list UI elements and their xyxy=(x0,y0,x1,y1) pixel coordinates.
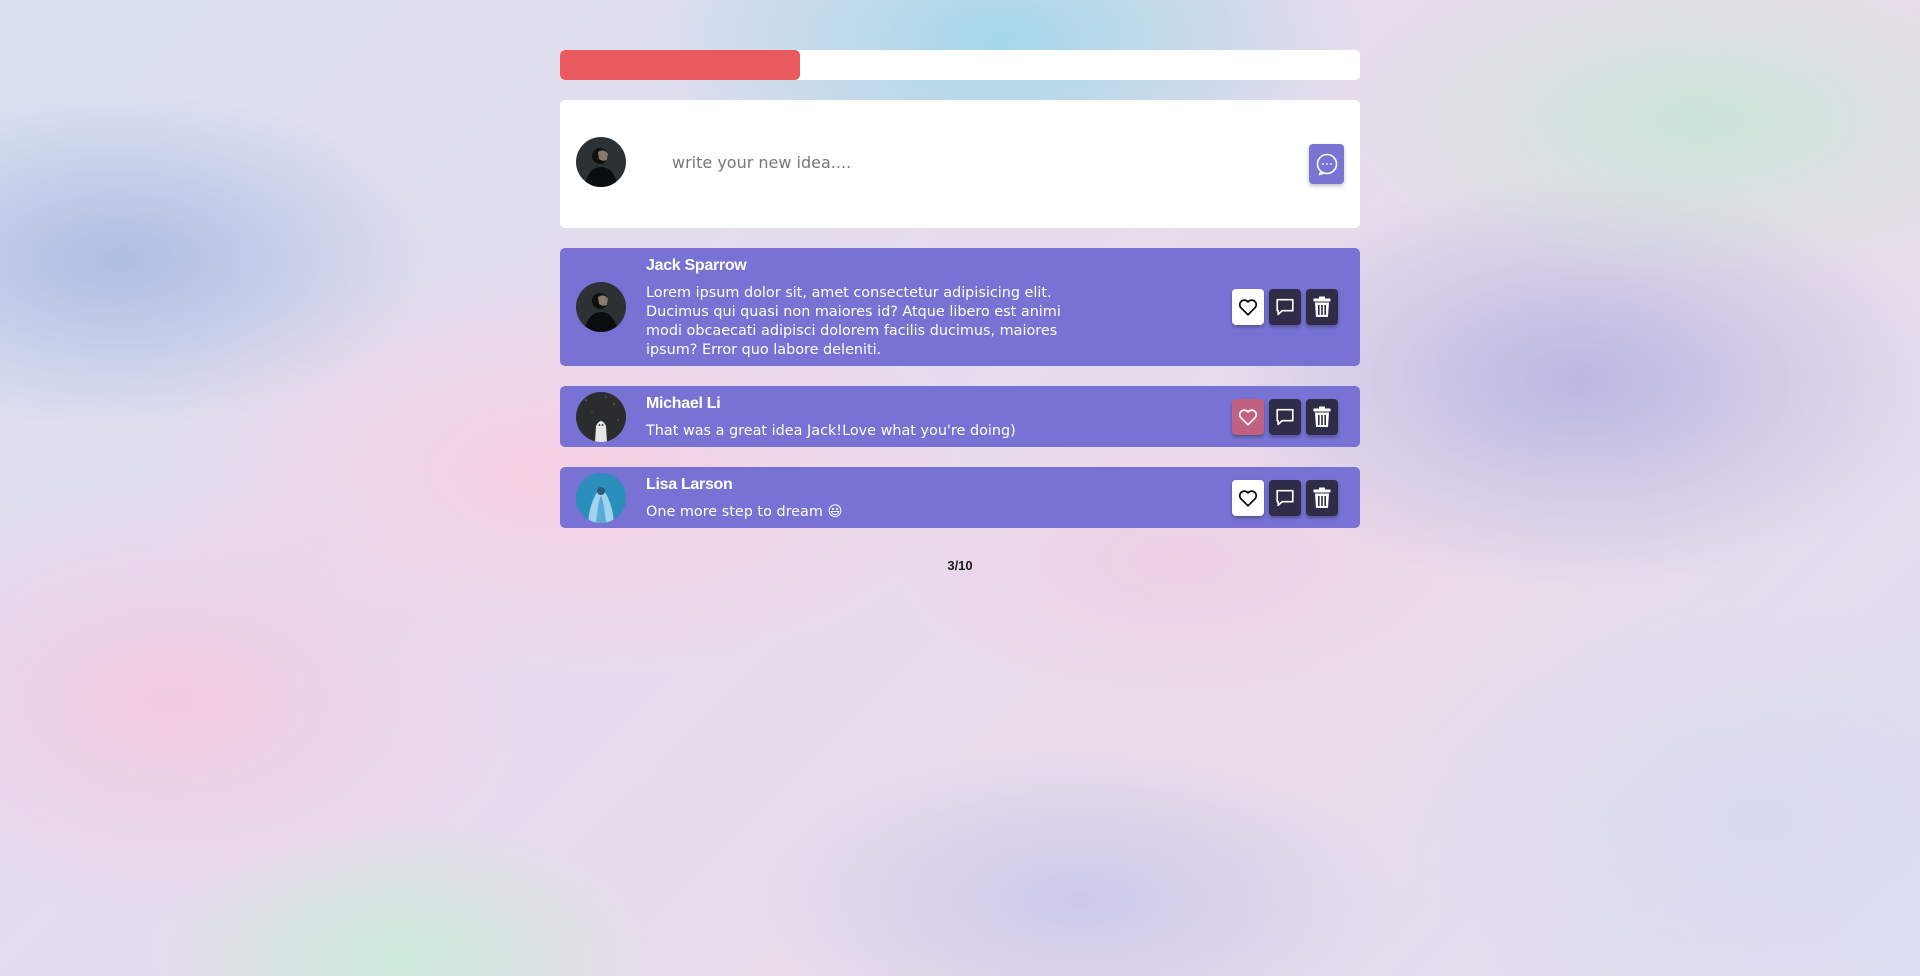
chat-bubble-dots-icon xyxy=(1316,153,1337,176)
post-actions xyxy=(1232,479,1338,516)
ideas-progress-fill xyxy=(560,50,800,80)
comment-icon xyxy=(1276,408,1294,425)
idea-post: Lisa Larson One more step to dream 😃 xyxy=(560,467,1360,528)
ideas-counter: 3/10 xyxy=(947,558,973,573)
user-avatar xyxy=(576,137,626,187)
like-button[interactable] xyxy=(1232,479,1264,516)
delete-button[interactable] xyxy=(1306,398,1338,435)
heart-icon xyxy=(1238,489,1258,507)
idea-post: Michael Li That was a great idea Jack!Lo… xyxy=(560,386,1360,447)
post-text: One more step to dream 😃 xyxy=(646,504,843,520)
like-button[interactable] xyxy=(1232,289,1264,325)
post-author: Jack Sparrow xyxy=(646,257,747,274)
new-idea-input[interactable] xyxy=(660,140,1304,184)
trash-icon xyxy=(1313,487,1331,508)
heart-icon xyxy=(1238,299,1258,316)
post-actions xyxy=(1232,289,1338,325)
delete-button[interactable] xyxy=(1306,289,1338,325)
comment-button[interactable] xyxy=(1269,479,1301,516)
like-button[interactable] xyxy=(1232,398,1264,435)
delete-button[interactable] xyxy=(1306,479,1338,516)
trash-icon xyxy=(1313,406,1331,427)
author-avatar xyxy=(576,282,626,332)
comment-icon xyxy=(1276,489,1294,506)
post-actions xyxy=(1232,398,1338,435)
post-text: Lorem ipsum dolor sit, amet consectetur … xyxy=(646,285,1061,358)
comment-icon xyxy=(1276,298,1294,316)
ideas-app: Jack Sparrow Lorem ipsum dolor sit, amet… xyxy=(560,50,1360,573)
post-author: Michael Li xyxy=(646,395,721,412)
comment-button[interactable] xyxy=(1269,398,1301,435)
submit-idea-button[interactable] xyxy=(1309,144,1344,184)
author-avatar xyxy=(576,391,626,442)
author-avatar xyxy=(576,472,626,523)
ideas-progress-bar xyxy=(560,50,1360,80)
trash-icon xyxy=(1313,296,1331,317)
heart-icon xyxy=(1238,408,1258,426)
idea-post: Jack Sparrow Lorem ipsum dolor sit, amet… xyxy=(560,248,1360,366)
post-author: Lisa Larson xyxy=(646,476,733,493)
comment-button[interactable] xyxy=(1269,289,1301,325)
new-idea-composer xyxy=(560,100,1360,228)
post-text: That was a great idea Jack!Love what you… xyxy=(646,423,1016,439)
